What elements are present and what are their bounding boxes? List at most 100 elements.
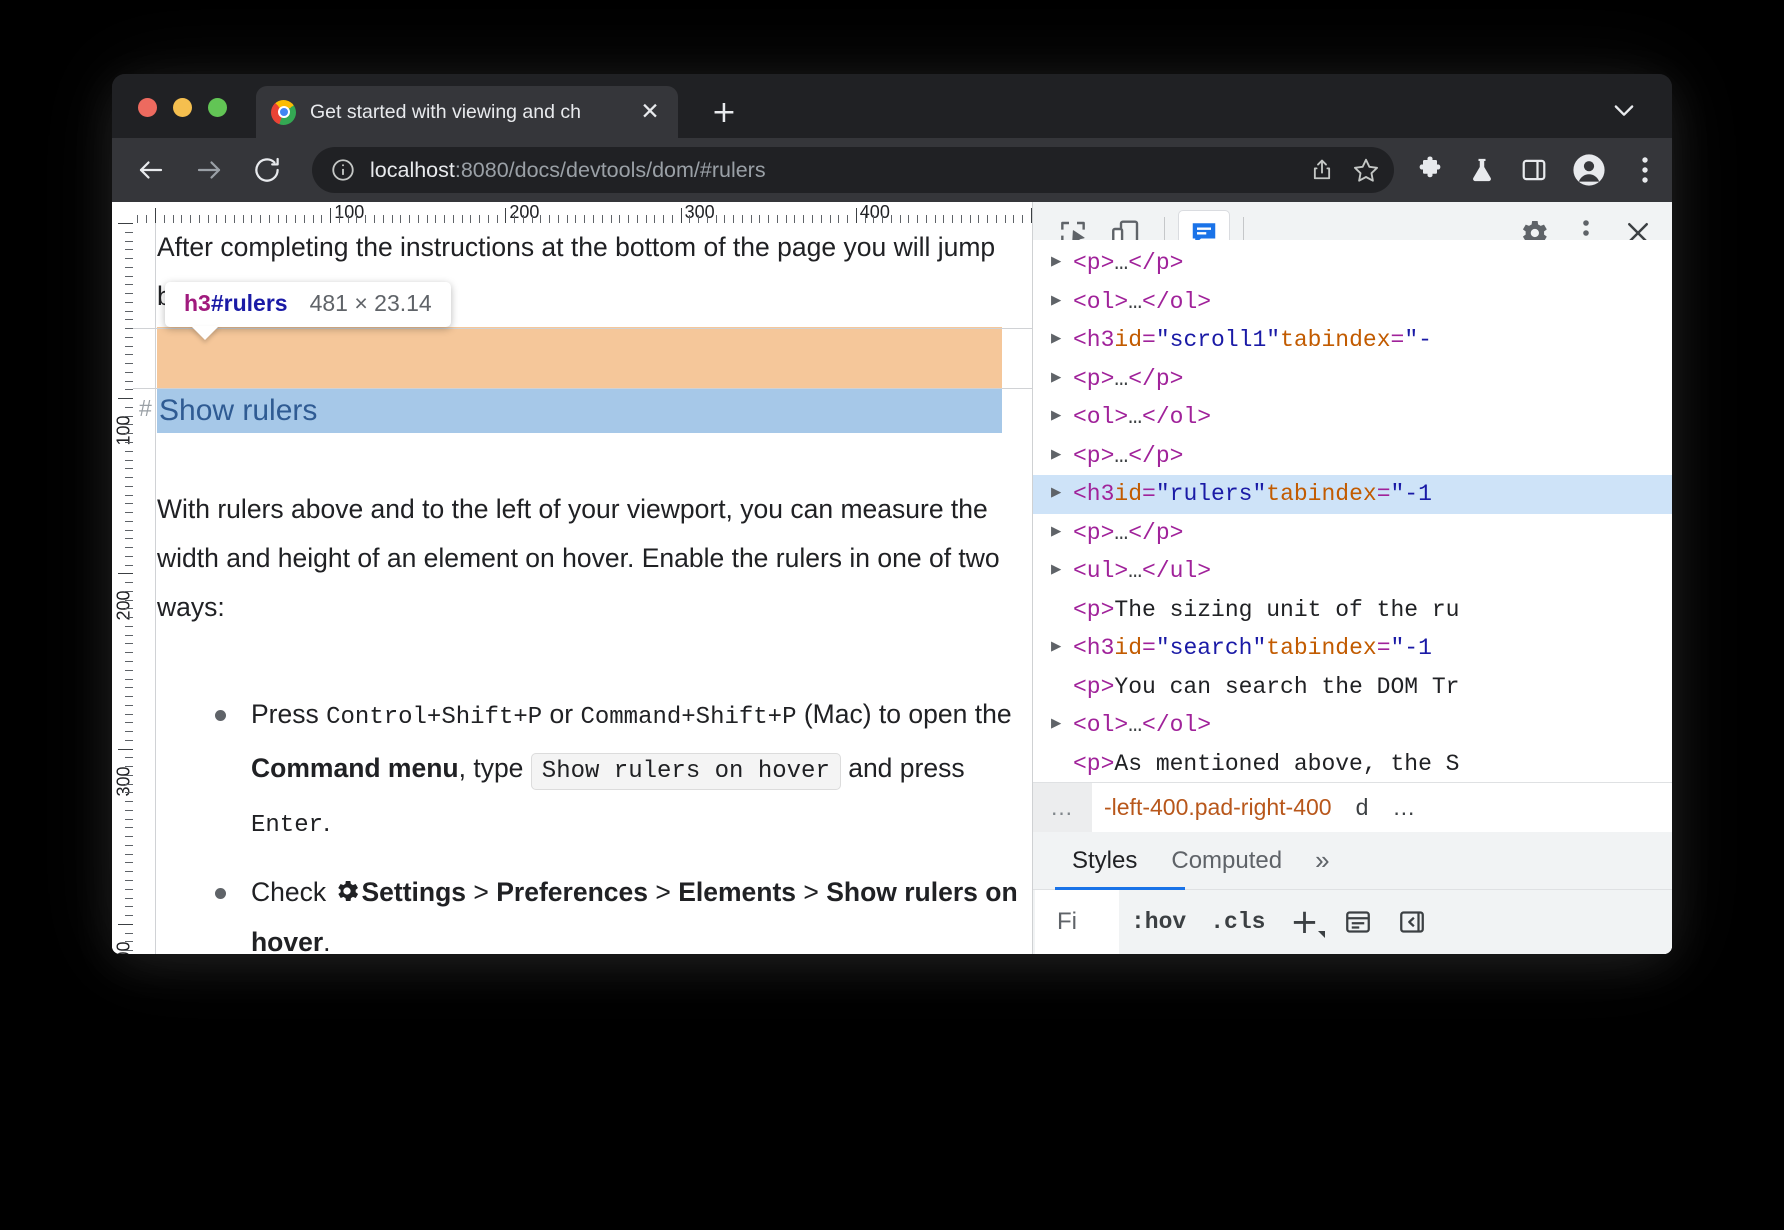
extensions-puzzle-icon[interactable] xyxy=(1404,147,1456,193)
ruler-tick xyxy=(125,591,133,592)
cls-toggle-button[interactable]: .cls xyxy=(1198,909,1277,935)
dom-row[interactable]: ▶<ol>…</ol> xyxy=(1033,706,1672,745)
dom-row[interactable]: ▶<h3 id="scroll1" tabindex="- xyxy=(1033,321,1672,360)
more-tabs-icon[interactable]: » xyxy=(1299,845,1345,876)
ruler-tick xyxy=(917,215,918,223)
dom-row[interactable]: ▶<ol>…</ol> xyxy=(1033,398,1672,437)
chevron-right-icon[interactable]: ▶ xyxy=(1051,283,1073,322)
dom-row[interactable]: ▶<p>You can search the DOM Tr xyxy=(1033,668,1672,707)
ruler-tick xyxy=(125,512,133,513)
minimize-window-button[interactable] xyxy=(173,98,192,117)
ruler-tick xyxy=(374,215,375,223)
plus-icon[interactable]: + xyxy=(1277,897,1331,947)
side-panel-icon[interactable] xyxy=(1508,147,1560,193)
ruler-tick xyxy=(646,215,647,223)
dom-row[interactable]: ▶<p>As mentioned above, the S xyxy=(1033,745,1672,783)
ruler-tick xyxy=(125,898,133,899)
breadcrumb-more-button[interactable]: … xyxy=(1033,783,1092,833)
ruler-tick xyxy=(637,215,638,223)
browser-tab[interactable]: Get started with viewing and ch ✕ xyxy=(256,86,678,138)
ruler-tick xyxy=(926,215,927,223)
new-tab-button[interactable]: + xyxy=(708,98,740,130)
tab-styles[interactable]: Styles xyxy=(1055,832,1154,890)
three-dot-menu-icon[interactable] xyxy=(1618,147,1672,193)
dom-token-ellip: … xyxy=(1128,706,1142,745)
ruler-tick xyxy=(321,215,322,223)
ruler-tick xyxy=(821,215,822,223)
chevron-right-icon[interactable]: ▶ xyxy=(1051,398,1073,437)
dom-row[interactable]: ▶<ul>…</ul> xyxy=(1033,552,1672,591)
close-window-button[interactable] xyxy=(138,98,157,117)
share-icon[interactable] xyxy=(1300,148,1344,192)
breadcrumb-item-1[interactable]: -left-400.pad-right-400 xyxy=(1092,794,1344,821)
chrome-favicon xyxy=(271,100,296,125)
chevron-right-icon[interactable]: ▶ xyxy=(1051,437,1073,476)
close-icon[interactable]: ✕ xyxy=(636,98,664,126)
ruler-tick xyxy=(961,215,962,223)
dom-row[interactable]: ▶<p>…</p> xyxy=(1033,244,1672,283)
dom-row[interactable]: ▶<p>…</p> xyxy=(1033,437,1672,476)
dom-token-tag: <p> xyxy=(1073,437,1114,476)
ruler-tick xyxy=(125,757,133,758)
dom-token-val: "-1 xyxy=(1391,629,1432,668)
anchor-link-icon[interactable]: # xyxy=(139,395,152,422)
dom-token-tag: </ol> xyxy=(1142,283,1211,322)
dom-tree[interactable]: ▶<p>…</p>▶<ol>…</ol>▶<h3 id="scroll1" ta… xyxy=(1033,240,1672,782)
dom-token-txt: The sizing unit of the ru xyxy=(1114,591,1459,630)
dom-row[interactable]: ▶<ol>…</ol> xyxy=(1033,283,1672,322)
dom-row[interactable]: ▶<p>…</p> xyxy=(1033,514,1672,553)
breadcrumb-item-3[interactable]: … xyxy=(1380,794,1427,821)
collapse-sidebar-icon[interactable] xyxy=(1385,897,1439,947)
ruler-tick xyxy=(125,267,133,268)
ruler-tick xyxy=(125,530,133,531)
ruler-tick xyxy=(146,215,147,223)
chevron-right-icon[interactable]: ▶ xyxy=(1051,321,1073,360)
back-icon[interactable] xyxy=(128,147,174,193)
breadcrumb-item-2[interactable]: d xyxy=(1344,794,1381,821)
maximize-window-button[interactable] xyxy=(208,98,227,117)
ruler-tick xyxy=(295,215,296,223)
forward-icon[interactable] xyxy=(186,147,232,193)
tab-computed[interactable]: Computed xyxy=(1154,832,1299,890)
dom-token-tag: <p> xyxy=(1073,360,1114,399)
chevron-right-icon[interactable]: ▶ xyxy=(1051,706,1073,745)
site-info-icon[interactable] xyxy=(330,157,356,183)
ruler-tick xyxy=(125,941,133,942)
ruler-tick xyxy=(838,215,839,223)
ruler-tick xyxy=(558,215,559,223)
dom-row[interactable]: ▶<p>The sizing unit of the ru xyxy=(1033,591,1672,630)
styles-filter-input[interactable]: Fi xyxy=(1035,890,1119,954)
dom-token-ellip: … xyxy=(1128,398,1142,437)
ruler-tick xyxy=(125,784,133,785)
ruler-tick xyxy=(125,363,133,364)
style-sheet-icon[interactable] xyxy=(1331,897,1385,947)
ruler-tick xyxy=(768,215,769,223)
ruler-tick xyxy=(125,643,133,644)
chevron-right-icon[interactable]: ▶ xyxy=(1051,244,1073,283)
ruler-tick xyxy=(505,208,506,223)
url-text: localhost:8080/docs/devtools/dom/#rulers xyxy=(370,158,1300,183)
dom-token-tag: </ul> xyxy=(1142,552,1211,591)
chevron-right-icon[interactable]: ▶ xyxy=(1051,552,1073,591)
reload-icon[interactable] xyxy=(244,147,290,193)
chevron-right-icon[interactable]: ▶ xyxy=(1051,360,1073,399)
bullet2-sep1: > xyxy=(466,877,496,907)
dom-row-selected[interactable]: ▶<h3 id="rulers" tabindex="-1 xyxy=(1033,475,1672,514)
bookmark-star-icon[interactable] xyxy=(1344,148,1388,192)
dom-row[interactable]: ▶<h3 id="search" tabindex="-1 xyxy=(1033,629,1672,668)
chevron-down-icon[interactable] xyxy=(1610,96,1638,124)
chevron-right-icon[interactable]: ▶ xyxy=(1051,629,1073,668)
chevron-right-icon[interactable]: ▶ xyxy=(1051,475,1073,514)
dom-row[interactable]: ▶<p>…</p> xyxy=(1033,360,1672,399)
ruler-tick xyxy=(125,670,133,671)
profile-avatar-icon[interactable] xyxy=(1560,147,1618,193)
labs-flask-icon[interactable] xyxy=(1456,147,1508,193)
ruler-tick xyxy=(619,215,620,223)
address-bar[interactable]: localhost:8080/docs/devtools/dom/#rulers xyxy=(312,147,1394,193)
bullet2-bold3: Elements xyxy=(678,877,796,907)
dom-token-tag: = xyxy=(1142,475,1156,514)
hov-toggle-button[interactable]: :hov xyxy=(1119,909,1198,935)
ruler-tick xyxy=(654,215,655,223)
ruler-tick xyxy=(125,416,133,417)
chevron-right-icon[interactable]: ▶ xyxy=(1051,514,1073,553)
